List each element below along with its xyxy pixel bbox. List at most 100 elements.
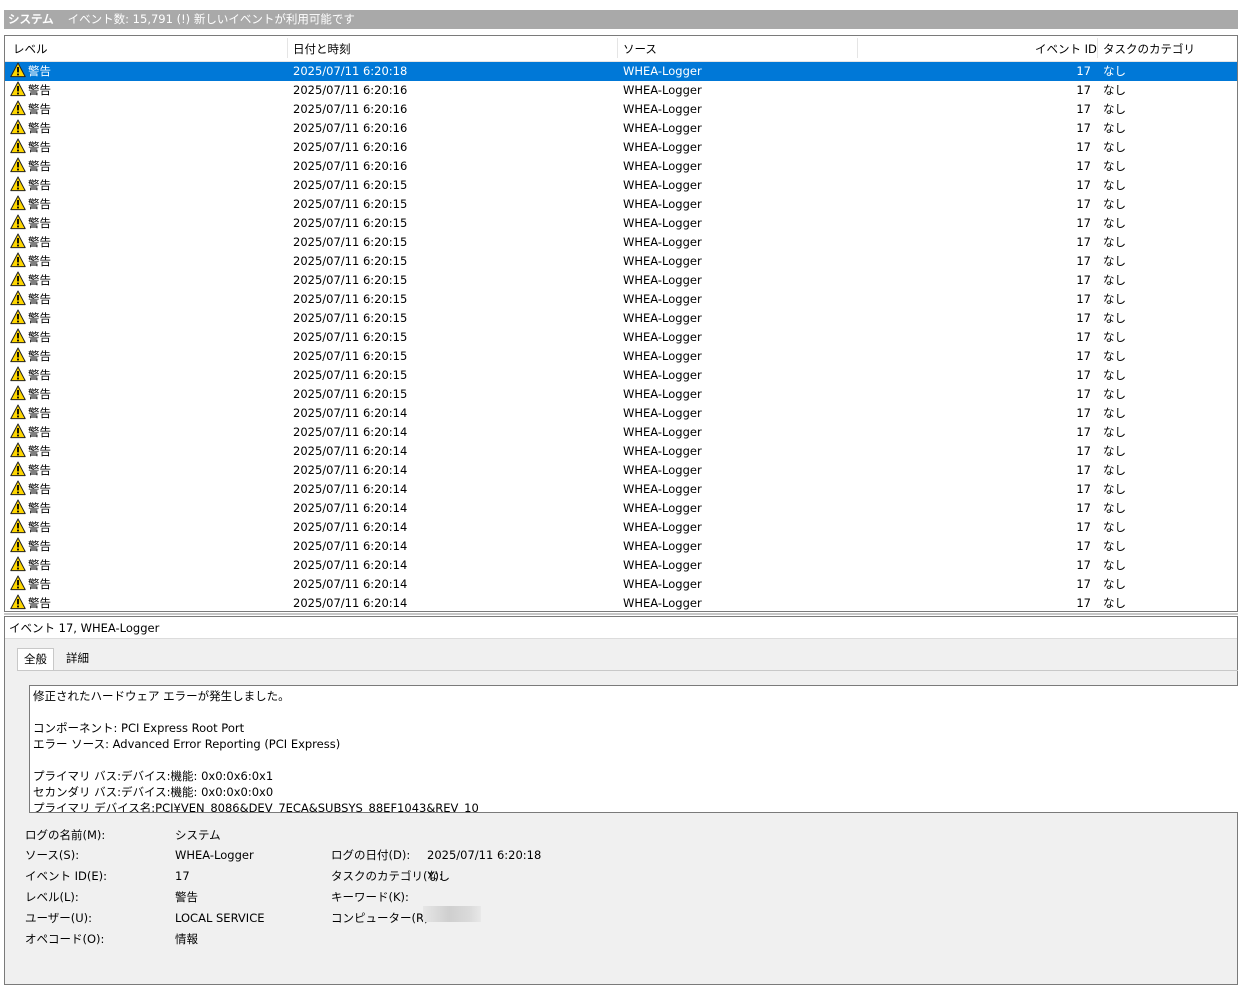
table-row[interactable]: 警告 2025/07/11 6:20:18 WHEA-Logger 17 なし: [5, 62, 1237, 81]
warning-triangle-icon: [10, 157, 26, 173]
row-date: 2025/07/11 6:20:16: [293, 102, 408, 116]
table-row[interactable]: 警告 2025/07/11 6:20:14 WHEA-Logger 17 なし: [5, 594, 1237, 611]
message-line: プライマリ バス:デバイス:機能: 0x0:0x6:0x1: [33, 769, 274, 783]
warning-triangle-icon: [10, 461, 26, 477]
row-event-id: 17: [1076, 178, 1091, 192]
table-row[interactable]: 警告 2025/07/11 6:20:14 WHEA-Logger 17 なし: [5, 423, 1237, 442]
table-row[interactable]: 警告 2025/07/11 6:20:15 WHEA-Logger 17 なし: [5, 252, 1237, 271]
row-level: 警告: [10, 309, 51, 328]
row-event-id: 17: [1076, 444, 1091, 458]
row-source: WHEA-Logger: [623, 235, 702, 249]
column-header-level[interactable]: レベル: [13, 36, 48, 61]
row-date: 2025/07/11 6:20:16: [293, 121, 408, 135]
table-row[interactable]: 警告 2025/07/11 6:20:14 WHEA-Logger 17 なし: [5, 404, 1237, 423]
row-level: 警告: [10, 290, 51, 309]
row-date: 2025/07/11 6:20:15: [293, 311, 408, 325]
table-row[interactable]: 警告 2025/07/11 6:20:14 WHEA-Logger 17 なし: [5, 518, 1237, 537]
row-level-text: 警告: [28, 273, 51, 287]
table-row[interactable]: 警告 2025/07/11 6:20:15 WHEA-Logger 17 なし: [5, 309, 1237, 328]
column-divider[interactable]: [1097, 38, 1098, 58]
computer-label: コンピューター(R):: [331, 911, 433, 925]
row-event-id: 17: [1076, 577, 1091, 591]
table-row[interactable]: 警告 2025/07/11 6:20:14 WHEA-Logger 17 なし: [5, 499, 1237, 518]
row-event-id: 17: [1076, 311, 1091, 325]
table-row[interactable]: 警告 2025/07/11 6:20:15 WHEA-Logger 17 なし: [5, 176, 1237, 195]
table-row[interactable]: 警告 2025/07/11 6:20:16 WHEA-Logger 17 なし: [5, 138, 1237, 157]
row-level: 警告: [10, 499, 51, 518]
row-level-text: 警告: [28, 159, 51, 173]
row-event-id: 17: [1076, 292, 1091, 306]
row-category: なし: [1103, 520, 1126, 534]
table-row[interactable]: 警告 2025/07/11 6:20:15 WHEA-Logger 17 なし: [5, 214, 1237, 233]
column-header-category[interactable]: タスクのカテゴリ: [1103, 36, 1195, 61]
source-label: ソース(S):: [25, 848, 80, 862]
row-level: 警告: [10, 62, 51, 81]
row-category: なし: [1103, 159, 1126, 173]
level-value: 警告: [175, 890, 198, 904]
row-category: なし: [1103, 596, 1126, 610]
table-row[interactable]: 警告 2025/07/11 6:20:14 WHEA-Logger 17 なし: [5, 442, 1237, 461]
table-row[interactable]: 警告 2025/07/11 6:20:14 WHEA-Logger 17 なし: [5, 575, 1237, 594]
warning-triangle-icon: [10, 347, 26, 363]
table-row[interactable]: 警告 2025/07/11 6:20:14 WHEA-Logger 17 なし: [5, 537, 1237, 556]
table-row[interactable]: 警告 2025/07/11 6:20:15 WHEA-Logger 17 なし: [5, 233, 1237, 252]
row-date: 2025/07/11 6:20:15: [293, 387, 408, 401]
row-level-text: 警告: [28, 368, 51, 382]
row-date: 2025/07/11 6:20:14: [293, 577, 408, 591]
opcode-label: オペコード(O):: [25, 932, 105, 946]
row-event-id: 17: [1076, 83, 1091, 97]
column-header-date[interactable]: 日付と時刻: [293, 36, 351, 61]
message-line: セカンダリ バス:デバイス:機能: 0x0:0x0:0x0: [33, 785, 274, 799]
row-level: 警告: [10, 328, 51, 347]
row-date: 2025/07/11 6:20:15: [293, 197, 408, 211]
row-category: なし: [1103, 387, 1126, 401]
table-row[interactable]: 警告 2025/07/11 6:20:15 WHEA-Logger 17 なし: [5, 366, 1237, 385]
column-divider[interactable]: [857, 38, 858, 58]
row-date: 2025/07/11 6:20:15: [293, 349, 408, 363]
tab-general[interactable]: 全般: [17, 648, 54, 671]
table-row[interactable]: 警告 2025/07/11 6:20:15 WHEA-Logger 17 なし: [5, 385, 1237, 404]
column-header-event-id[interactable]: イベント ID: [1035, 36, 1097, 61]
pane-splitter[interactable]: [4, 613, 1238, 615]
row-source: WHEA-Logger: [623, 83, 702, 97]
row-category: なし: [1103, 444, 1126, 458]
row-date: 2025/07/11 6:20:14: [293, 482, 408, 496]
warning-triangle-icon: [10, 537, 26, 553]
table-row[interactable]: 警告 2025/07/11 6:20:15 WHEA-Logger 17 なし: [5, 195, 1237, 214]
row-category: なし: [1103, 216, 1126, 230]
table-row[interactable]: 警告 2025/07/11 6:20:15 WHEA-Logger 17 なし: [5, 328, 1237, 347]
column-divider[interactable]: [617, 38, 618, 58]
table-row[interactable]: 警告 2025/07/11 6:20:16 WHEA-Logger 17 なし: [5, 100, 1237, 119]
warning-triangle-icon: [10, 404, 26, 420]
warning-triangle-icon: [10, 309, 26, 325]
message-line: コンポーネント: PCI Express Root Port: [33, 721, 245, 735]
warning-triangle-icon: [10, 252, 26, 268]
table-row[interactable]: 警告 2025/07/11 6:20:16 WHEA-Logger 17 なし: [5, 119, 1237, 138]
event-rows: 警告 2025/07/11 6:20:18 WHEA-Logger 17 なし 警告 202…: [5, 62, 1237, 611]
tab-details[interactable]: 詳細: [60, 648, 95, 670]
event-message-text[interactable]: 修正されたハードウェア エラーが発生しました。 コンポーネント: PCI Expr…: [29, 685, 1238, 813]
row-level: 警告: [10, 480, 51, 499]
table-row[interactable]: 警告 2025/07/11 6:20:16 WHEA-Logger 17 なし: [5, 81, 1237, 100]
row-level-text: 警告: [28, 254, 51, 268]
warning-triangle-icon: [10, 176, 26, 192]
table-row[interactable]: 警告 2025/07/11 6:20:15 WHEA-Logger 17 なし: [5, 271, 1237, 290]
table-row[interactable]: 警告 2025/07/11 6:20:14 WHEA-Logger 17 なし: [5, 461, 1237, 480]
table-row[interactable]: 警告 2025/07/11 6:20:14 WHEA-Logger 17 なし: [5, 480, 1237, 499]
table-row[interactable]: 警告 2025/07/11 6:20:16 WHEA-Logger 17 なし: [5, 157, 1237, 176]
row-category: なし: [1103, 558, 1126, 572]
row-date: 2025/07/11 6:20:16: [293, 140, 408, 154]
row-category: なし: [1103, 83, 1126, 97]
event-id-label: イベント ID(E):: [25, 869, 108, 883]
row-level-text: 警告: [28, 482, 51, 496]
table-row[interactable]: 警告 2025/07/11 6:20:14 WHEA-Logger 17 なし: [5, 556, 1237, 575]
row-source: WHEA-Logger: [623, 463, 702, 477]
column-header-source[interactable]: ソース: [623, 36, 657, 61]
row-date: 2025/07/11 6:20:15: [293, 330, 408, 344]
table-row[interactable]: 警告 2025/07/11 6:20:15 WHEA-Logger 17 なし: [5, 290, 1237, 309]
row-category: なし: [1103, 254, 1126, 268]
opcode-value: 情報: [175, 932, 198, 946]
table-row[interactable]: 警告 2025/07/11 6:20:15 WHEA-Logger 17 なし: [5, 347, 1237, 366]
event-list[interactable]: レベル 日付と時刻 ソース イベント ID タスクのカテゴリ 警告 2025/07…: [4, 35, 1238, 612]
column-divider[interactable]: [287, 38, 288, 58]
